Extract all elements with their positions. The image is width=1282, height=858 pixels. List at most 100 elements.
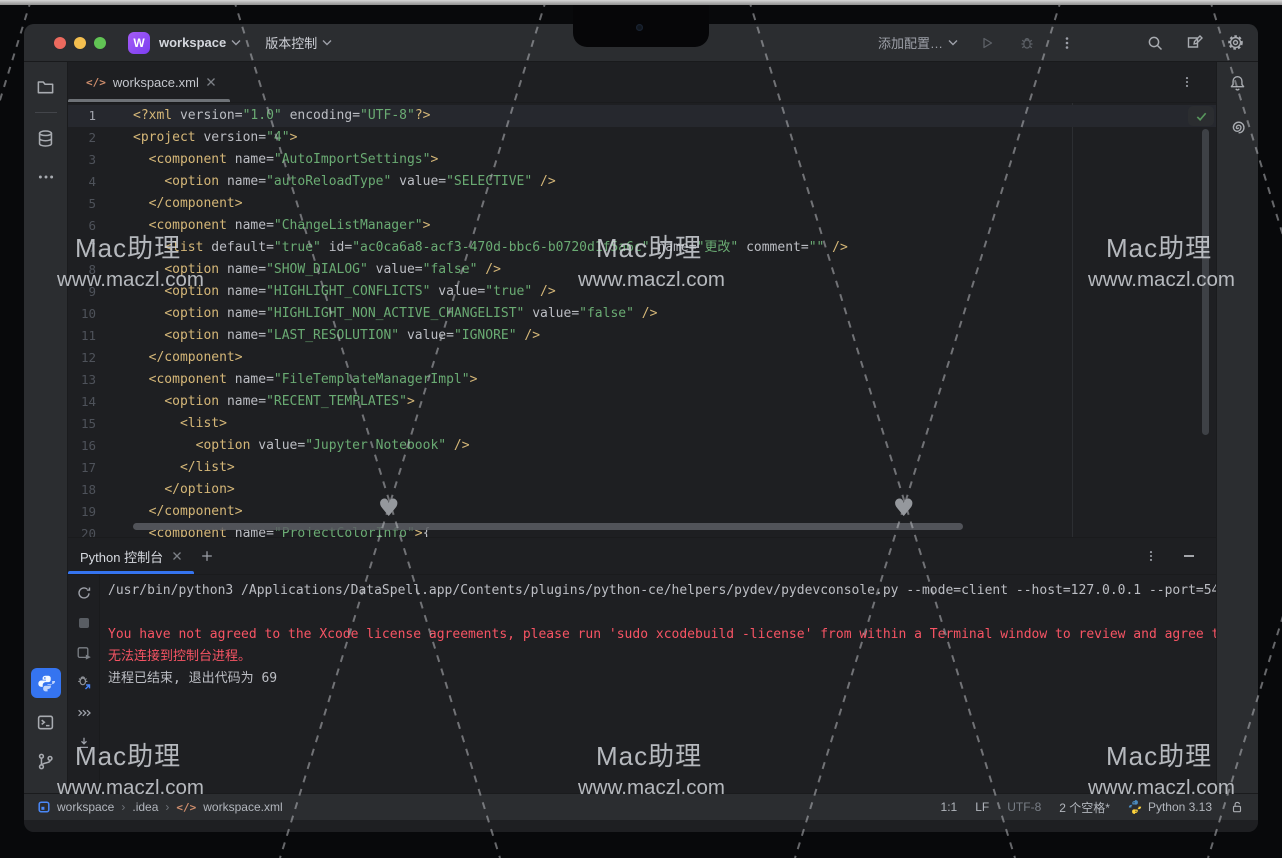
inspections-widget[interactable] <box>1188 106 1214 126</box>
code-line[interactable]: 3 <component name="AutoImportSettings"> <box>68 149 1216 171</box>
code-line[interactable]: 1<?xml version="1.0" encoding="UTF-8"?> <box>68 105 1216 127</box>
breadcrumb-root[interactable]: workspace <box>57 800 114 814</box>
caret-position-widget[interactable]: 1:1 <box>941 800 958 814</box>
feedback-button[interactable] <box>1184 32 1206 54</box>
encoding-widget[interactable]: UTF-8 <box>1007 800 1041 814</box>
code-line[interactable]: 19 </component> <box>68 501 1216 523</box>
code-area[interactable]: 1<?xml version="1.0" encoding="UTF-8"?>2… <box>68 105 1216 537</box>
code-line[interactable]: 2<project version="4"> <box>68 127 1216 149</box>
code-editor[interactable]: 1<?xml version="1.0" encoding="UTF-8"?>2… <box>68 103 1216 537</box>
line-number: 12 <box>68 347 111 369</box>
workspace-icon <box>38 801 50 813</box>
close-console-tab-icon[interactable] <box>172 551 182 561</box>
line-number: 6 <box>68 215 111 237</box>
git-tool-button[interactable] <box>31 746 61 776</box>
status-bar: workspace › .idea › </> workspace.xml 1:… <box>24 793 1258 820</box>
code-line[interactable]: 8 <option name="SHOW_DIALOG" value="fals… <box>68 259 1216 281</box>
python-console-tool-button[interactable] <box>31 668 61 698</box>
code-line[interactable]: 5 </component> <box>68 193 1216 215</box>
line-number: 17 <box>68 457 111 479</box>
indent-widget[interactable]: 2 个空格* <box>1059 799 1110 816</box>
console-options-kebab-icon[interactable] <box>1140 545 1162 567</box>
line-number: 5 <box>68 193 111 215</box>
line-number: 14 <box>68 391 111 413</box>
interpreter-widget[interactable]: Python 3.13 <box>1128 800 1212 814</box>
code-line[interactable]: 10 <option name="HIGHLIGHT_NON_ACTIVE_CH… <box>68 303 1216 325</box>
line-number: 19 <box>68 501 111 523</box>
search-everywhere-button[interactable] <box>1144 32 1166 54</box>
terminal-tool-button[interactable] <box>31 707 61 737</box>
database-tool-button[interactable] <box>31 123 61 153</box>
minimize-window-button[interactable] <box>74 37 86 49</box>
close-window-button[interactable] <box>54 37 66 49</box>
minimize-panel-icon[interactable] <box>1178 545 1200 567</box>
vertical-scrollbar[interactable] <box>1202 129 1209 435</box>
code-line[interactable]: 15 <list> <box>68 413 1216 435</box>
code-line[interactable]: 18 </option> <box>68 479 1216 501</box>
debug-button[interactable] <box>1016 32 1038 54</box>
line-number: 11 <box>68 325 111 347</box>
line-number: 18 <box>68 479 111 501</box>
code-line[interactable]: 7 <list default="true" id="ac0ca6a8-acf3… <box>68 237 1216 259</box>
code-line[interactable]: 13 <component name="FileTemplateManagerI… <box>68 369 1216 391</box>
code-line[interactable]: 4 <option name="autoReloadType" value="S… <box>68 171 1216 193</box>
run-configuration-selector[interactable]: 添加配置… <box>878 33 958 52</box>
chevron-right-icon: › <box>121 800 125 814</box>
code-line[interactable]: 17 </list> <box>68 457 1216 479</box>
breadcrumb-dir[interactable]: .idea <box>132 800 158 814</box>
console-toolbar <box>68 575 100 793</box>
line-number: 4 <box>68 171 111 193</box>
xml-file-icon: </> <box>176 801 196 814</box>
line-number: 9 <box>68 281 111 303</box>
code-line[interactable]: 9 <option name="HIGHLIGHT_CONFLICTS" val… <box>68 281 1216 303</box>
window-bottom-edge <box>24 820 1258 832</box>
horizontal-scrollbar[interactable] <box>133 523 963 530</box>
editor-tab-bar: </> workspace.xml <box>68 62 1216 103</box>
code-line[interactable]: 16 <option value="Jupyter Notebook" /> <box>68 435 1216 457</box>
rerun-console-icon[interactable] <box>73 582 95 604</box>
line-separator-widget[interactable]: LF <box>975 800 989 814</box>
breadcrumb: workspace › .idea › </> workspace.xml <box>38 800 283 814</box>
line-number: 10 <box>68 303 111 325</box>
line-number: 1 <box>68 105 111 127</box>
run-button[interactable] <box>976 32 998 54</box>
settings-gear-icon[interactable] <box>1224 32 1246 54</box>
zoom-window-button[interactable] <box>94 37 106 49</box>
console-output[interactable]: /usr/bin/python3 /Applications/DataSpell… <box>100 575 1216 793</box>
vcs-widget[interactable]: 版本控制 <box>265 33 317 52</box>
project-tool-button[interactable] <box>31 71 61 101</box>
more-tool-windows-button[interactable] <box>31 162 61 192</box>
code-line[interactable]: 14 <option name="RECENT_TEMPLATES"> <box>68 391 1216 413</box>
chevron-down-icon <box>322 39 332 46</box>
line-number: 13 <box>68 369 111 391</box>
close-tab-icon[interactable] <box>206 77 216 87</box>
line-number: 8 <box>68 259 111 281</box>
notifications-bell-icon[interactable] <box>1227 72 1249 94</box>
show-command-queue-icon[interactable] <box>73 702 95 724</box>
xml-file-icon: </> <box>86 76 106 89</box>
line-number: 2 <box>68 127 111 149</box>
scroll-to-end-icon[interactable] <box>73 732 95 754</box>
lock-icon[interactable] <box>1230 800 1244 814</box>
more-actions-kebab-icon[interactable] <box>1056 32 1078 54</box>
tab-options-kebab-icon[interactable] <box>1176 71 1198 93</box>
ai-assistant-icon[interactable] <box>1227 116 1249 138</box>
code-line[interactable]: 12 </component> <box>68 347 1216 369</box>
stop-console-icon[interactable] <box>73 612 95 634</box>
code-line[interactable]: 11 <option name="LAST_RESOLUTION" value=… <box>68 325 1216 347</box>
tab-python-console[interactable]: Python 控制台 <box>68 538 194 574</box>
breadcrumb-file[interactable]: workspace.xml <box>203 800 282 814</box>
new-console-plus-icon[interactable] <box>196 545 218 567</box>
python-console-panel: Python 控制台 <box>68 537 1216 793</box>
tab-workspace-xml[interactable]: </> workspace.xml <box>68 62 230 102</box>
execute-in-console-icon[interactable] <box>73 642 95 664</box>
python-logo-icon <box>1128 800 1142 814</box>
line-number: 16 <box>68 435 111 457</box>
attach-debugger-icon[interactable] <box>73 672 95 694</box>
project-widget[interactable]: workspace <box>159 35 226 50</box>
console-line: 进程已结束, 退出代码为 69 <box>108 668 1208 690</box>
window-controls <box>54 37 106 49</box>
chevron-right-icon: › <box>165 800 169 814</box>
right-tool-bar <box>1216 62 1258 793</box>
code-line[interactable]: 6 <component name="ChangeListManager"> <box>68 215 1216 237</box>
